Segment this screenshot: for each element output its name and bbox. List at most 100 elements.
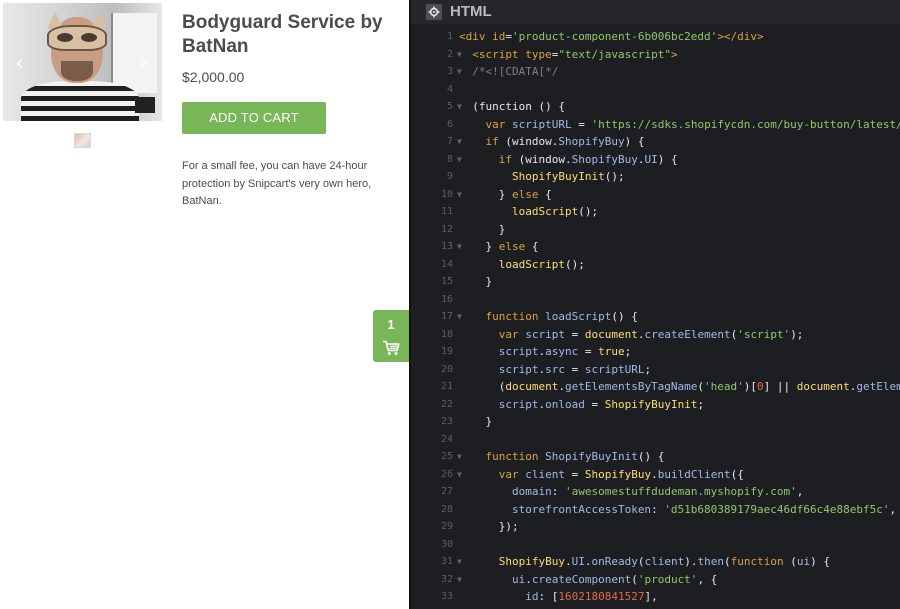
code-token: :: [651, 502, 665, 516]
code-token: ui: [796, 555, 811, 568]
code-token: }: [459, 240, 499, 253]
line-number: 5: [446, 101, 453, 112]
code-line[interactable]: 23 }: [411, 413, 900, 431]
line-number: 10: [440, 188, 453, 200]
line-number: 19: [440, 346, 453, 357]
gallery-prev-arrow-icon[interactable]: ‹: [15, 51, 24, 76]
code-line[interactable]: 7 ▼ if (window.ShopifyBuy) {: [411, 133, 900, 151]
code-token: ();: [578, 205, 599, 218]
code-token: id: [525, 590, 539, 603]
line-number: 31: [440, 556, 453, 567]
product-image[interactable]: ‹ ›: [3, 3, 162, 121]
code-token: ShopifyBuyInit: [604, 397, 698, 411]
code-line[interactable]: 4: [411, 81, 900, 99]
code-line[interactable]: 27 domain: 'awesomestuffdudeman.myshopif…: [411, 483, 900, 501]
line-number: 22: [440, 398, 453, 410]
code-line[interactable]: 22 script.onload = ShopifyBuyInit;: [411, 396, 900, 414]
product-thumbnail[interactable]: [74, 133, 91, 148]
code-token: .: [651, 467, 658, 481]
code-line[interactable]: 20 script.src = scriptURL;: [411, 361, 900, 379]
code-token: ShopifyBuy: [558, 135, 625, 148]
code-line[interactable]: 14 loadScript();: [411, 256, 900, 274]
code-token: (: [790, 555, 797, 568]
code-line[interactable]: 24: [411, 431, 900, 449]
code-text: function ShopifyBuyInit() {: [459, 448, 665, 466]
code-line[interactable]: 28 storefrontAccessToken: 'd51b680389179…: [411, 501, 900, 519]
code-token: function: [485, 450, 546, 463]
code-line[interactable]: 26 ▼ var client = ShopifyBuy.buildClient(…: [411, 466, 900, 484]
code-line[interactable]: 18 var script = document.createElement('…: [411, 326, 900, 344]
code-token: ;: [624, 345, 632, 358]
code-line[interactable]: 21 (document.getElementsByTagName('head'…: [411, 378, 900, 396]
code-line[interactable]: 30: [411, 536, 900, 554]
code-token: ShopifyBuy: [584, 467, 652, 481]
image-mask: [47, 25, 107, 51]
code-line[interactable]: 29 });: [411, 518, 900, 536]
code-line[interactable]: 32 ▼ ui.createComponent('product', {: [411, 571, 900, 589]
code-line[interactable]: 19 script.async = true;: [411, 343, 900, 361]
code-token: 'awesomestuffdudeman.myshopify.com': [564, 485, 797, 498]
product-preview: ‹ › Bodyguard Service by BatNan $2,000.0…: [0, 0, 409, 609]
code-token: }: [459, 415, 493, 428]
code-line[interactable]: 5 ▼ (function () {: [411, 98, 900, 116]
code-line[interactable]: 3 ▼ /*<![CDATA[*/: [411, 63, 900, 81]
code-line[interactable]: 9 ShopifyBuyInit();: [411, 168, 900, 186]
code-area[interactable]: 1 <div id='product-component-6b006bc2edd'…: [411, 28, 900, 606]
code-text: script.src = scriptURL;: [459, 361, 651, 379]
code-text: if (window.ShopifyBuy) {: [459, 133, 645, 151]
code-token: /*<![CDATA[*/: [459, 65, 559, 78]
gallery-next-arrow-icon[interactable]: ›: [139, 51, 148, 76]
code-line[interactable]: 11 loadScript();: [411, 203, 900, 221]
code-line[interactable]: 17 ▼ function loadScript() {: [411, 308, 900, 326]
image-mask-eye-right: [81, 33, 97, 42]
code-line[interactable]: 10 ▼ } else {: [411, 186, 900, 204]
line-number: 4: [446, 83, 453, 95]
code-token: async: [545, 345, 579, 358]
code-line[interactable]: 2 ▼ <script type="text/javascript">: [411, 46, 900, 64]
code-line[interactable]: 31 ▼ ShopifyBuy.UI.onReady(client).then(f…: [411, 553, 900, 571]
code-token: 'script': [737, 327, 791, 341]
code-token: var: [498, 467, 526, 481]
code-line[interactable]: 1 <div id='product-component-6b006bc2edd'…: [411, 28, 900, 46]
image-window: [111, 13, 157, 93]
code-token: script: [498, 345, 539, 358]
code-token: {: [545, 187, 552, 201]
code-token: ).: [684, 555, 698, 568]
code-token: =: [578, 345, 599, 358]
line-number: 26: [440, 468, 453, 480]
code-line[interactable]: 8 ▼ if (window.ShopifyBuy.UI) {: [411, 151, 900, 169]
add-to-cart-button[interactable]: ADD TO CART: [182, 102, 326, 134]
code-line[interactable]: 16: [411, 291, 900, 309]
code-text: var client = ShopifyBuy.buildClient({: [459, 466, 744, 484]
code-token: document: [796, 380, 850, 393]
code-token: 'head': [704, 380, 744, 393]
line-number: 17: [440, 311, 453, 322]
gear-icon[interactable]: [426, 4, 442, 20]
code-line[interactable]: 13 ▼ } else {: [411, 238, 900, 256]
code-token: src: [545, 362, 565, 376]
code-token: onReady: [591, 555, 638, 568]
code-line[interactable]: 6 var scriptURL = 'https://sdks.shopifyc…: [411, 116, 900, 134]
code-line[interactable]: 33 id: [1602180841527],: [411, 588, 900, 606]
code-token: ShopifyBuy: [498, 555, 565, 568]
cart-toggle-button[interactable]: 1: [373, 310, 409, 362]
code-token: <div: [459, 30, 493, 43]
code-text: (document.getElementsByTagName('head')[0…: [459, 378, 900, 396]
code-line[interactable]: 12 }: [411, 221, 900, 239]
code-token: ></div>: [717, 30, 764, 43]
code-token: ;: [644, 362, 652, 376]
code-text: domain: 'awesomestuffdudeman.myshopify.c…: [459, 483, 803, 501]
code-token: buildClient: [657, 467, 731, 481]
code-line[interactable]: 15 }: [411, 273, 900, 291]
code-token: =: [584, 397, 605, 411]
code-text: storefrontAccessToken: 'd51b680389179aec…: [459, 501, 896, 519]
code-line[interactable]: 25 ▼ function ShopifyBuyInit() {: [411, 448, 900, 466]
code-token: }: [459, 187, 512, 201]
code-token: 0: [757, 380, 764, 393]
code-token: =: [565, 467, 585, 481]
